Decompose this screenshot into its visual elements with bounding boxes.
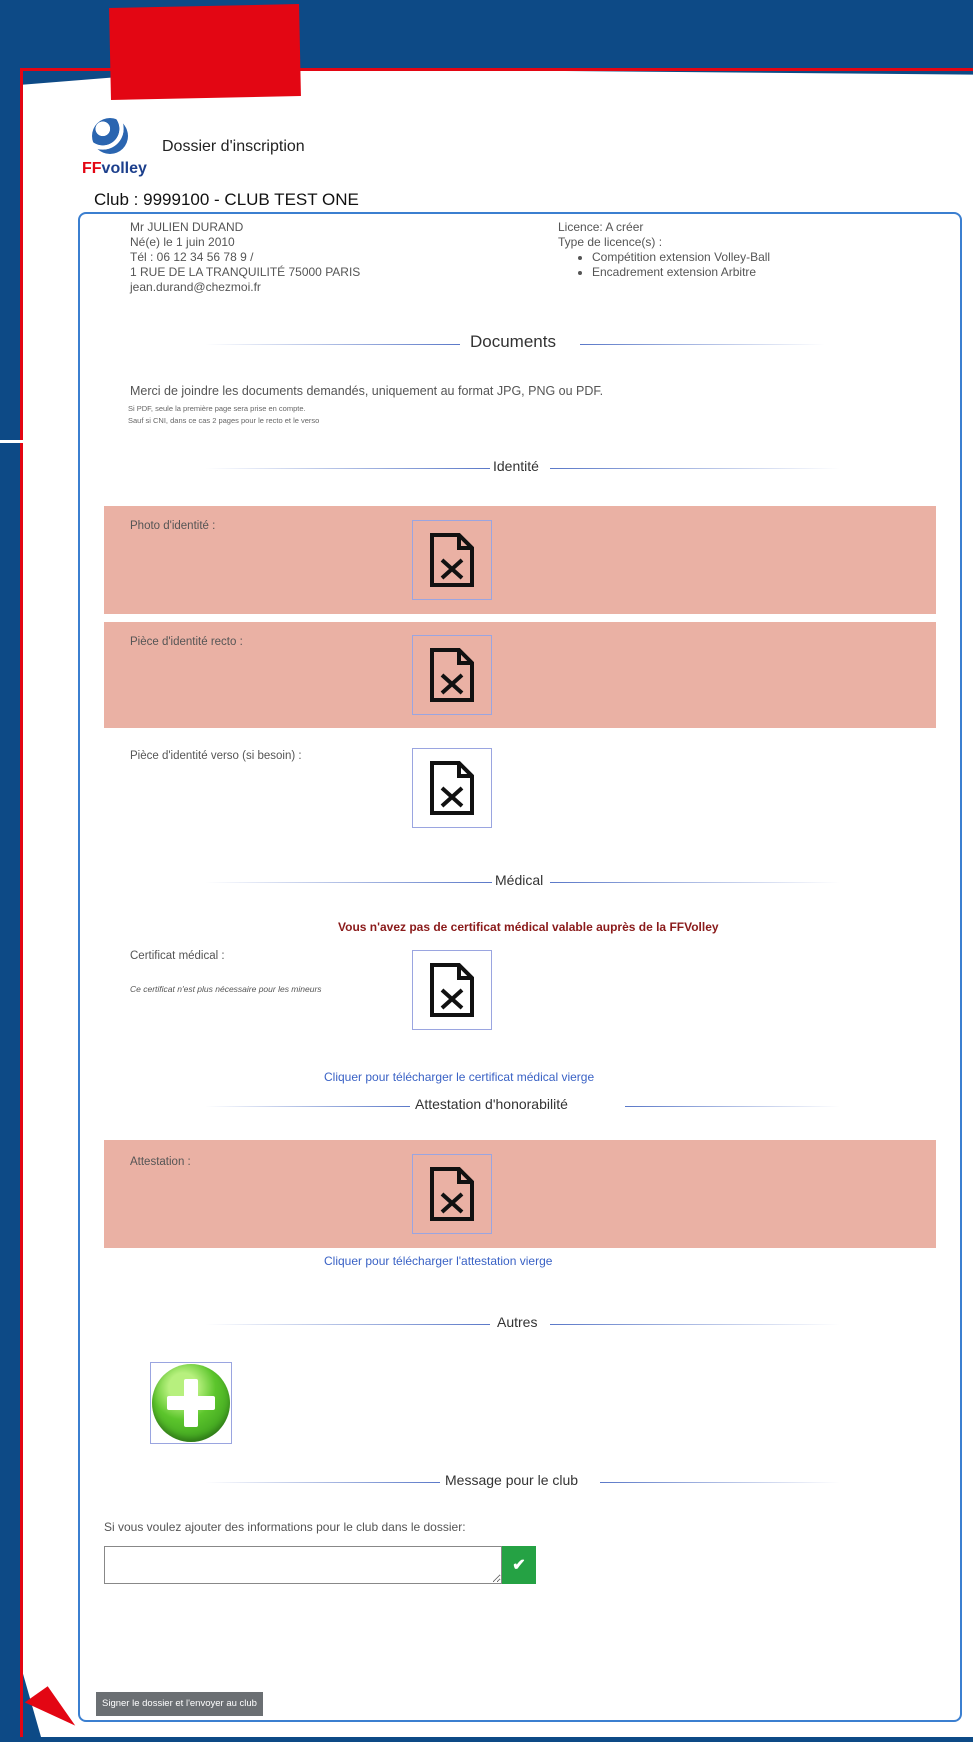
verso-label: Pièce d'identité verso (si besoin) : xyxy=(130,750,302,762)
attestation-label: Attestation : xyxy=(130,1156,191,1168)
message-input[interactable] xyxy=(104,1546,502,1584)
sign-and-send-button[interactable]: Signer le dossier et l'envoyer au club xyxy=(96,1692,263,1716)
check-icon: ✔ xyxy=(512,1557,526,1574)
identity-heading: Identité xyxy=(493,458,539,474)
missing-file-icon xyxy=(430,1167,474,1221)
licence-type-item: Compétition extension Volley-Ball xyxy=(592,250,770,265)
licence-status: Licence: A créer xyxy=(558,220,644,234)
medical-download-link[interactable]: Cliquer pour télécharger le certificat m… xyxy=(324,1070,594,1084)
person-birth: Né(e) le 1 juin 2010 xyxy=(130,235,235,249)
medical-warning: Vous n'avez pas de certificat médical va… xyxy=(338,920,719,934)
add-icon xyxy=(152,1364,230,1442)
dossier-card xyxy=(78,212,962,1722)
photo-row xyxy=(104,506,936,614)
licence-type-item: Encadrement extension Arbitre xyxy=(592,265,770,280)
section-heading-message: Message pour le club xyxy=(205,1472,840,1492)
licence-types-list: Compétition extension Volley-Ball Encadr… xyxy=(558,250,770,280)
volleyball-icon xyxy=(92,118,128,154)
logo-text: FFvolley xyxy=(82,160,147,177)
recto-label: Pièce d'identité recto : xyxy=(130,636,243,648)
missing-file-icon xyxy=(430,761,474,815)
documents-note-cni: Sauf si CNI, dans ce cas 2 pages pour le… xyxy=(128,416,320,425)
person-email: jean.durand@chezmoi.fr xyxy=(130,280,261,294)
documents-intro: Merci de joindre les documents demandés,… xyxy=(130,384,604,398)
person-info: Mr JULIEN DURAND Né(e) le 1 juin 2010 Té… xyxy=(130,220,360,295)
licence-info: Licence: A créer Type de licence(s) : Co… xyxy=(558,220,770,280)
section-heading-honor: Attestation d'honorabilité xyxy=(205,1096,840,1116)
add-document-button[interactable] xyxy=(150,1362,232,1444)
recto-upload[interactable] xyxy=(412,635,492,715)
section-heading-documents: Documents xyxy=(205,332,825,354)
medical-label: Certificat médical : xyxy=(130,950,225,962)
decor-red-tab xyxy=(109,4,301,100)
verso-upload[interactable] xyxy=(412,748,492,828)
section-heading-others: Autres xyxy=(205,1314,840,1334)
photo-label: Photo d'identité : xyxy=(130,520,216,532)
medical-heading: Médical xyxy=(495,872,544,888)
attestation-upload[interactable] xyxy=(412,1154,492,1234)
message-heading: Message pour le club xyxy=(445,1472,579,1488)
licence-types-label: Type de licence(s) : xyxy=(558,235,663,249)
decor-white-stub xyxy=(0,440,26,443)
section-heading-medical: Médical xyxy=(205,872,840,892)
person-address: 1 RUE DE LA TRANQUILITÉ 75000 PARIS xyxy=(130,265,361,279)
page-title: Dossier d'inscription xyxy=(162,138,305,155)
decor-red-left-edge xyxy=(20,68,23,1737)
missing-file-icon xyxy=(430,533,474,587)
attestation-row xyxy=(104,1140,936,1248)
others-heading: Autres xyxy=(497,1314,538,1330)
message-label: Si vous voulez ajouter des informations … xyxy=(104,1520,466,1534)
photo-upload[interactable] xyxy=(412,520,492,600)
medical-upload[interactable] xyxy=(412,950,492,1030)
medical-sublabel: Ce certificat n'est plus nécessaire pour… xyxy=(130,984,322,994)
attestation-download-link[interactable]: Cliquer pour télécharger l'attestation v… xyxy=(324,1254,552,1268)
section-heading-identity: Identité xyxy=(205,458,840,478)
documents-note-pdf: Si PDF, seule la première page sera pris… xyxy=(128,404,306,413)
documents-heading: Documents xyxy=(470,332,556,351)
ffvolley-logo: FFvolley xyxy=(82,118,147,177)
person-name: Mr JULIEN DURAND xyxy=(130,220,244,234)
honor-heading: Attestation d'honorabilité xyxy=(415,1096,568,1112)
person-phone: Tél : 06 12 34 56 78 9 / xyxy=(130,250,254,264)
message-confirm-button[interactable]: ✔ xyxy=(502,1546,536,1584)
club-title: Club : 9999100 - CLUB TEST ONE xyxy=(94,190,359,209)
missing-file-icon xyxy=(430,648,474,702)
missing-file-icon xyxy=(430,963,474,1017)
